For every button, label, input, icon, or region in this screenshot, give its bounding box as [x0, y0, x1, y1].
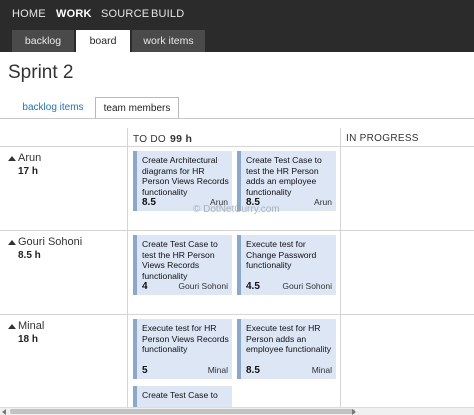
collapse-triangle-icon[interactable] [8, 240, 16, 245]
row-divider [0, 314, 474, 315]
scrollbar-thumb[interactable] [10, 409, 355, 414]
task-card-remaining[interactable]: 5 [142, 365, 148, 376]
task-card[interactable]: Create Test Case to test the HR Person V… [133, 235, 232, 295]
tab-divider [0, 118, 474, 119]
tab-team-members[interactable]: team members [95, 97, 179, 119]
tab-work-items[interactable]: work items [132, 30, 205, 52]
nav-work[interactable]: WORK [56, 8, 92, 20]
task-card[interactable]: Execute test for Change Password functio… [237, 235, 336, 295]
column-todo-label: TO DO [133, 134, 166, 145]
tab-backlog[interactable]: backlog [12, 30, 74, 52]
row-divider [0, 146, 474, 147]
scroll-left-arrow-icon[interactable] [2, 409, 6, 415]
nav-build[interactable]: BUILD [151, 8, 184, 20]
task-card-title: Execute test for Change Password functio… [246, 239, 317, 270]
task-card[interactable]: Create Architectural diagrams for HR Per… [133, 151, 232, 211]
collapse-triangle-icon[interactable] [8, 156, 16, 161]
task-card[interactable]: Execute test for HR Person adds an emplo… [237, 319, 336, 379]
task-card-owner[interactable]: Gouri Sohoni [178, 281, 228, 291]
page-title: Sprint 2 [8, 62, 74, 83]
member-name: Minal [18, 320, 45, 332]
task-card-title: Execute test for HR Person Views Records… [142, 323, 229, 354]
task-card[interactable]: Execute test for HR Person Views Records… [133, 319, 232, 379]
task-card-remaining[interactable]: 8.5 [142, 197, 156, 208]
nav-source[interactable]: SOURCE [101, 8, 149, 20]
task-card-owner[interactable]: Arun [314, 197, 332, 207]
member-hours: 8.5 h [18, 250, 41, 261]
task-card-remaining[interactable]: 4.5 [246, 281, 260, 292]
column-header-in-progress: IN PROGRESS [346, 133, 419, 144]
task-card[interactable]: Create Test Case to [133, 386, 232, 407]
collapse-triangle-icon[interactable] [8, 324, 16, 329]
task-card-remaining[interactable]: 8.5 [246, 365, 260, 376]
task-card[interactable]: Create Test Case to test the HR Person a… [237, 151, 336, 211]
task-card-owner[interactable]: Gouri Sohoni [282, 281, 332, 291]
tab-board[interactable]: board [76, 30, 130, 52]
member-name: Gouri Sohoni [18, 236, 83, 248]
task-card-remaining[interactable]: 4 [142, 281, 148, 292]
member-hours: 17 h [18, 166, 39, 177]
column-divider [127, 128, 128, 415]
scroll-right-arrow-icon[interactable] [352, 409, 356, 415]
member-hours: 18 h [18, 334, 39, 345]
nav-home[interactable]: HOME [12, 8, 46, 20]
member-name: Arun [18, 152, 42, 164]
task-card-title: Create Architectural diagrams for HR Per… [142, 155, 229, 197]
task-card-owner[interactable]: Minal [312, 365, 332, 375]
task-card-title: Execute test for HR Person adds an emplo… [246, 323, 332, 354]
task-card-title: Create Test Case to [142, 390, 218, 400]
watermark: © DotNetCurry.com [193, 204, 280, 215]
top-navigation-bar: HOME WORK SOURCE BUILD backlog board wor… [0, 0, 474, 52]
column-todo-hours: 99 h [169, 133, 193, 145]
task-card-title: Create Test Case to test the HR Person V… [142, 239, 218, 281]
row-divider [0, 230, 474, 231]
column-header-todo: TO DO 99 h [133, 133, 192, 145]
task-card-owner[interactable]: Minal [208, 365, 228, 375]
tab-backlog-items[interactable]: backlog items [14, 97, 92, 119]
column-divider [340, 128, 341, 415]
task-card-title: Create Test Case to test the HR Person a… [246, 155, 322, 197]
